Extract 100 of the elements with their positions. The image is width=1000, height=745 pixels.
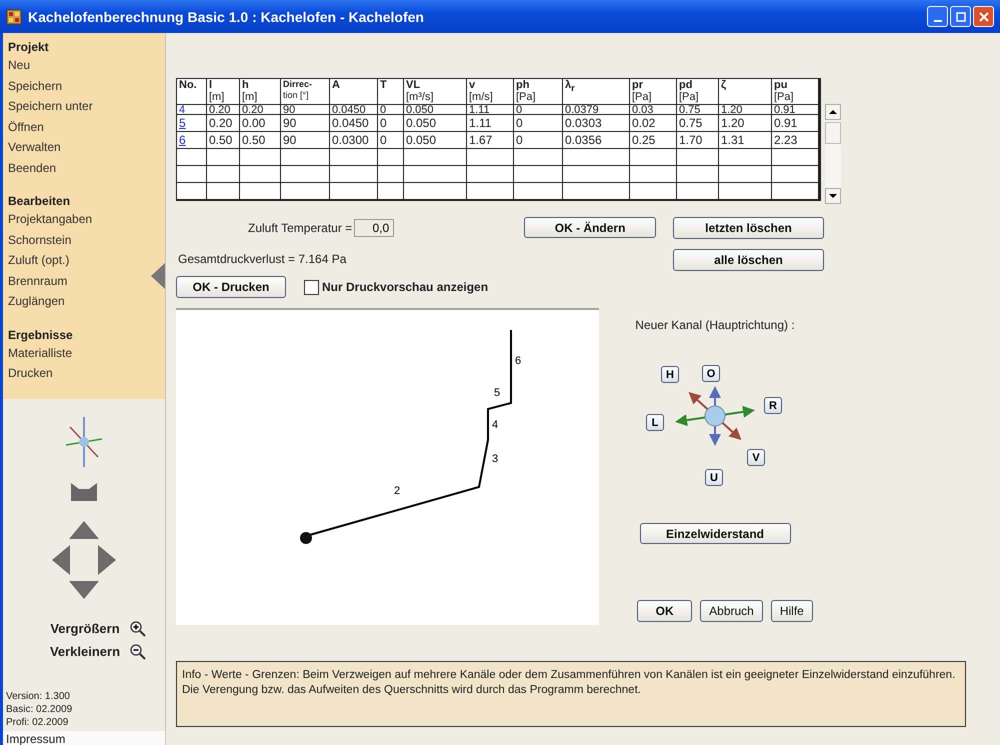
sidebar-item[interactable]: Speichern unter	[8, 99, 93, 113]
empty-table-cell	[281, 166, 330, 183]
delete-all-button[interactable]: alle löschen	[673, 249, 824, 271]
cancel-button[interactable]: Abbruch	[700, 600, 763, 622]
table-cell: 0.50	[240, 132, 281, 149]
row-number-link[interactable]: 5	[179, 116, 186, 130]
sidebar-item[interactable]: Schornstein	[8, 232, 72, 246]
impressum-link[interactable]: Impressum	[3, 730, 165, 745]
info-text: Info - Werte - Grenzen: Beim Verzweigen auf mehrere Kanäle oder dem Zusammenführen von Kanälen ist ein geeigneter Einzelwiderstand einzuführen. Die Verengung bzw. das Aufweiten des Querschnitts wird durch das Programm berechnet.	[176, 661, 966, 727]
table-cell: 0.0450	[330, 115, 378, 132]
sidebar-item[interactable]: Speichern	[8, 78, 62, 92]
left-arrow-icon[interactable]	[52, 544, 70, 574]
up-arrow-icon[interactable]	[69, 520, 99, 538]
empty-table-cell	[330, 166, 378, 183]
table-cell: 0	[514, 132, 563, 149]
table-cell: 90	[281, 115, 330, 132]
table-cell: 0.0300	[330, 132, 378, 149]
minimize-button[interactable]	[927, 6, 948, 27]
table-cell: 0.0356	[563, 132, 630, 149]
table-cell: 1.20	[719, 105, 772, 115]
preview-checkbox-label[interactable]: Nur Druckvorschau anzeigen	[322, 280, 488, 294]
table-cell: 0	[378, 115, 404, 132]
scroll-down-icon[interactable]	[825, 188, 841, 204]
column-header: Dirrec- tion [°]	[281, 79, 330, 105]
sidebar-item[interactable]: Projektangaben	[8, 212, 92, 226]
total-pressure-loss-text: Gesamtdruckverlust = 7.164 Pa	[178, 252, 348, 266]
segment-label: 3	[492, 453, 498, 465]
table-cell: 0.20	[207, 105, 240, 115]
zoom-label[interactable]: Verkleinern	[50, 644, 120, 659]
base-plate-icon[interactable]	[71, 482, 97, 500]
table-cell: 0.91	[772, 105, 819, 115]
zoom-label[interactable]: Vergrößern	[50, 621, 120, 636]
direction-button[interactable]: O	[702, 365, 720, 382]
table-cell: 1.20	[719, 115, 772, 132]
table-cell: 0.050	[404, 115, 467, 132]
version-text: Profi: 02.2009	[6, 716, 70, 728]
ok-button[interactable]: OK	[637, 600, 692, 622]
empty-table-cell	[207, 149, 240, 166]
column-header: pd [Pa]	[677, 79, 719, 105]
sidebar-item[interactable]: Drucken	[8, 366, 53, 380]
sidebar-item[interactable]: Zuluft (opt.)	[8, 253, 70, 267]
scrollbar[interactable]	[825, 104, 841, 204]
direction-button[interactable]: V	[747, 449, 765, 466]
table-cell: 1.11	[467, 115, 514, 132]
segment-label: 4	[492, 419, 498, 431]
ok-print-button[interactable]: OK - Drucken	[176, 276, 286, 298]
table-cell: 0.00	[240, 115, 281, 132]
close-button[interactable]	[973, 6, 994, 27]
direction-button[interactable]: H	[661, 366, 679, 383]
direction-title: Neuer Kanal (Hauptrichtung) :	[635, 318, 795, 332]
single-resistance-button[interactable]: Einzelwiderstand	[640, 523, 790, 544]
window-title: Kachelofenberechnung Basic 1.0 : Kachelofen - Kachelofen	[28, 8, 425, 24]
help-button[interactable]: Hilfe	[770, 600, 813, 622]
temperature-field[interactable]: 0,0	[354, 218, 394, 236]
table-cell: 1.11	[467, 105, 514, 115]
column-header: A	[330, 79, 378, 105]
scroll-up-icon[interactable]	[825, 104, 841, 120]
ok-change-button[interactable]: OK - Ändern	[524, 217, 656, 238]
column-header: l [m]	[207, 79, 240, 105]
sidebar-item[interactable]: Verwalten	[8, 140, 61, 154]
sidebar-item[interactable]: Brennraum	[8, 274, 68, 288]
app-icon	[6, 8, 22, 24]
maximize-button[interactable]	[950, 6, 971, 27]
direction-button[interactable]: L	[646, 414, 664, 431]
maximize-icon	[956, 12, 966, 22]
table-cell: 0.02	[630, 115, 677, 132]
right-arrow-icon[interactable]	[98, 544, 116, 574]
magnifier-icon[interactable]	[130, 644, 146, 660]
magnifier-icon[interactable]	[130, 620, 146, 636]
direction-button[interactable]: U	[705, 469, 723, 486]
down-arrow-icon[interactable]	[69, 580, 99, 598]
table-cell: 0.03	[630, 105, 677, 115]
column-header: pu [Pa]	[772, 79, 819, 105]
empty-table-cell	[514, 166, 563, 183]
sidebar-item[interactable]: Zuglängen	[8, 294, 65, 308]
table-cell: 0.050	[404, 105, 467, 115]
table-cell: 90	[281, 105, 330, 115]
table-cell: 0.91	[772, 115, 819, 132]
collapse-arrow-icon[interactable]	[151, 263, 165, 289]
row-number-link[interactable]: 4	[179, 105, 186, 114]
sidebar-item[interactable]: Öffnen	[8, 120, 44, 134]
sidebar-heading: Bearbeiten	[8, 193, 72, 209]
empty-table-cell	[563, 166, 630, 183]
sidebar-item[interactable]: Materialliste	[8, 346, 72, 360]
empty-table-cell	[677, 149, 719, 166]
sidebar-item[interactable]: Neu	[8, 58, 30, 72]
empty-table-cell	[467, 149, 514, 166]
segment-label: 5	[494, 387, 500, 399]
empty-table-cell	[630, 149, 677, 166]
column-header: T	[378, 79, 404, 105]
delete-last-button[interactable]: letzten löschen	[673, 217, 824, 239]
direction-button[interactable]: R	[764, 397, 782, 414]
preview-checkbox[interactable]	[304, 280, 319, 294]
sidebar-item[interactable]: Beenden	[8, 160, 56, 174]
scrollbar-thumb[interactable]	[825, 122, 841, 144]
empty-table-cell	[404, 149, 467, 166]
empty-table-cell	[378, 149, 404, 166]
table-cell: 0	[378, 132, 404, 149]
row-number-link[interactable]: 6	[179, 133, 186, 147]
table-cell: 90	[281, 132, 330, 149]
